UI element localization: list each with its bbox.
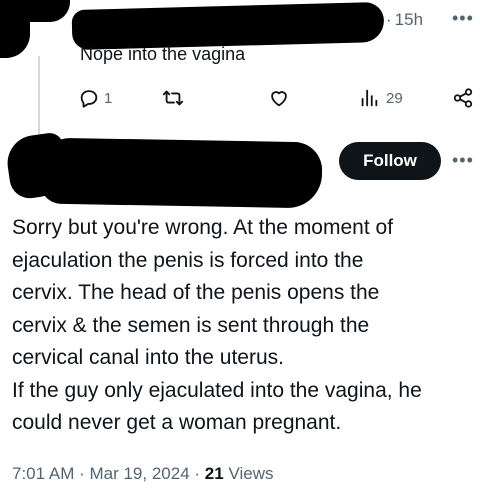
redacted-username [71,1,385,51]
views-button[interactable]: 29 [358,87,403,109]
retweet-button[interactable] [162,87,184,109]
like-button[interactable] [268,87,290,109]
tweet-line: cervix & the semen is sent through the [12,313,370,337]
tweet-line: If the guy only ejaculated into the vagi… [12,378,422,402]
reply-text: Nope into the vagina [80,44,246,64]
tweet-line: ejaculation the penis is forced into the [12,248,364,272]
redacted-author-name [39,137,323,209]
retweet-icon [162,90,184,106]
share-button[interactable] [452,87,474,109]
share-icon [453,88,473,108]
more-icon[interactable]: ••• [452,8,474,29]
reply-action-bar: 1 29 [0,87,480,111]
tweet-line: could never get a woman pregnant. [12,411,342,434]
tweet-text: Sorry but you're wrong. At the moment of… [12,212,474,440]
meta-separator: · [194,464,205,483]
tweet-meta: 7:01 AM · Mar 19, 2024 · 21 Views [12,464,273,484]
tweet-views-label: Views [228,464,274,483]
redacted-area [0,0,70,22]
reply-icon [80,90,98,108]
tweet-timestamp[interactable]: 7:01 AM · Mar 19, 2024 [12,464,190,483]
follow-button[interactable]: Follow [339,142,441,180]
tweet-line: Sorry but you're wrong. At the moment of [12,216,394,239]
reply-count: 1 [104,89,113,107]
tweet-line: cervical canal into the uterus. [12,346,284,369]
more-icon[interactable]: ••• [452,150,474,171]
reply-time[interactable]: · 15h [386,10,423,30]
views-icon [361,89,378,107]
tweet-line: cervix. The head of the penis opens the [12,281,380,304]
tweet-views-count: 21 [204,464,224,483]
heart-icon [271,91,287,107]
views-count: 29 [386,89,403,107]
reply-button[interactable]: 1 [78,87,112,109]
